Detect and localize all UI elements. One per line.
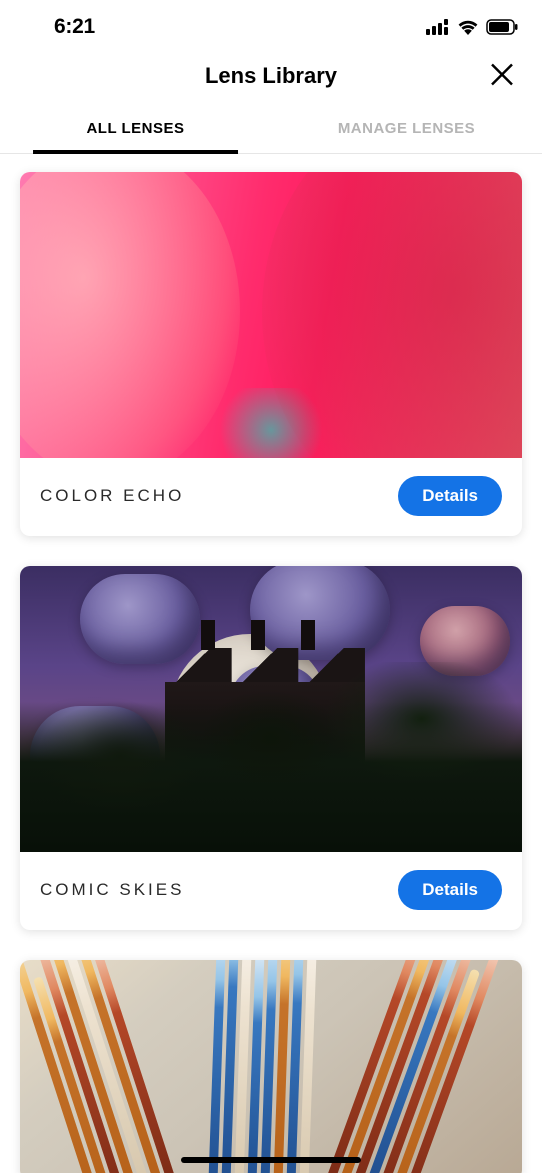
tab-manage-lenses[interactable]: MANAGE LENSES bbox=[271, 104, 542, 153]
tab-bar: ALL LENSES MANAGE LENSES bbox=[0, 104, 542, 154]
tab-all-lenses[interactable]: ALL LENSES bbox=[0, 104, 271, 153]
page-title: Lens Library bbox=[205, 63, 337, 89]
lens-card-footer: COMIC SKIES Details bbox=[20, 852, 522, 930]
lens-card-partial[interactable] bbox=[20, 960, 522, 1173]
details-button[interactable]: Details bbox=[398, 870, 502, 910]
status-time: 6:21 bbox=[54, 15, 95, 39]
close-button[interactable] bbox=[484, 57, 520, 96]
lens-preview-image bbox=[20, 566, 522, 852]
lens-preview-image bbox=[20, 172, 522, 458]
lens-card-comic-skies[interactable]: COMIC SKIES Details bbox=[20, 566, 522, 930]
lens-card-footer: COLOR ECHO Details bbox=[20, 458, 522, 536]
status-icons bbox=[426, 19, 518, 35]
wifi-icon bbox=[457, 19, 479, 35]
lens-card-color-echo[interactable]: COLOR ECHO Details bbox=[20, 172, 522, 536]
details-button[interactable]: Details bbox=[398, 476, 502, 516]
status-bar: 6:21 bbox=[0, 0, 542, 48]
lens-title: COMIC SKIES bbox=[40, 880, 184, 900]
app-header: Lens Library bbox=[0, 48, 542, 104]
lens-list[interactable]: COLOR ECHO Details COMIC SKIES Details bbox=[0, 154, 542, 1173]
close-icon bbox=[490, 75, 514, 90]
lens-title: COLOR ECHO bbox=[40, 486, 184, 506]
lens-preview-image bbox=[20, 960, 522, 1173]
cellular-signal-icon bbox=[426, 19, 450, 35]
home-indicator[interactable] bbox=[181, 1157, 361, 1163]
battery-icon bbox=[486, 19, 518, 35]
